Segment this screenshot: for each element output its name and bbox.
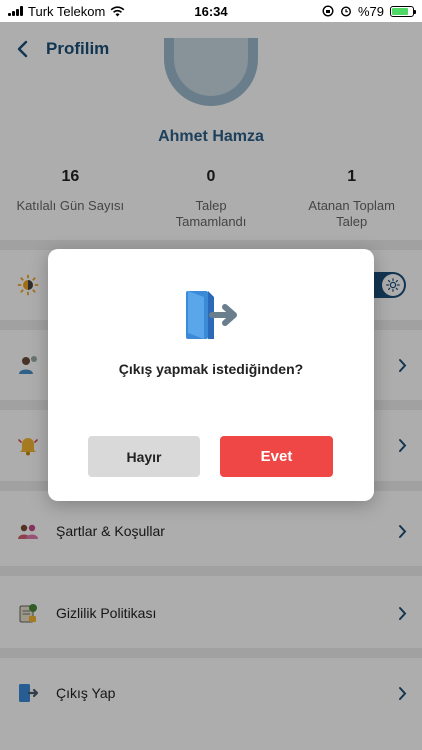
battery-icon <box>390 5 416 17</box>
signal-icon <box>8 6 23 16</box>
wifi-icon <box>110 5 125 16</box>
exit-door-icon <box>186 291 237 339</box>
status-bar: Turk Telekom 16:34 %79 <box>0 0 422 22</box>
confirm-logout-button[interactable]: Evet <box>220 436 333 477</box>
alarm-icon <box>340 6 351 17</box>
dialog-message: Çıkış yapmak istediğinden? <box>118 361 304 377</box>
clock: 16:34 <box>194 3 228 19</box>
logout-confirm-dialog: Çıkış yapmak istediğinden? Hayır Evet <box>48 249 374 501</box>
cancel-button[interactable]: Hayır <box>88 436 200 477</box>
carrier-name: Turk Telekom <box>28 3 106 19</box>
battery-percent: %79 <box>357 3 384 19</box>
orientation-lock-icon <box>322 5 334 17</box>
